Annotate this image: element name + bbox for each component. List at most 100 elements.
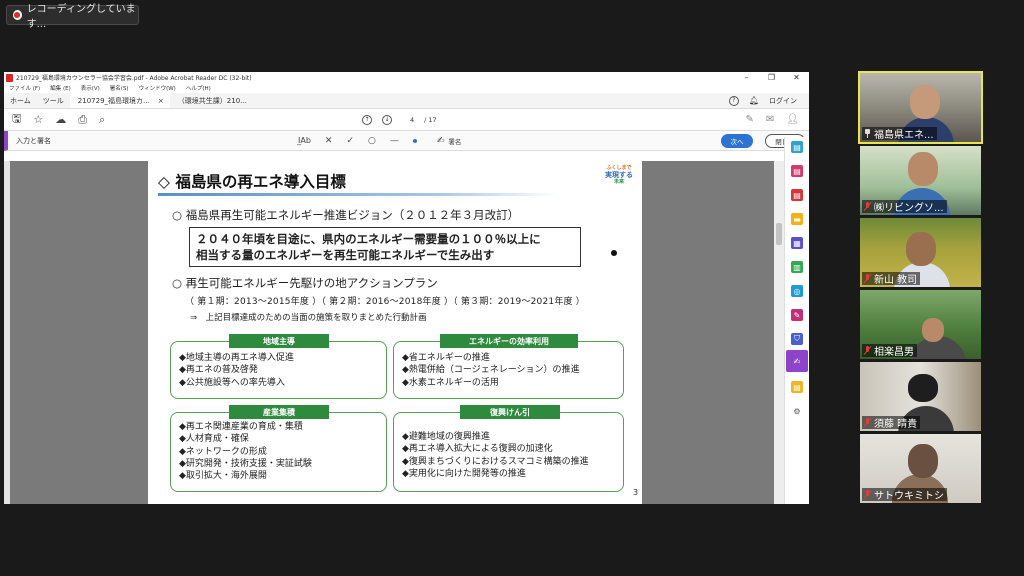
line-tool-icon[interactable]: — bbox=[390, 136, 399, 146]
dot-tool-icon[interactable] bbox=[412, 138, 417, 143]
bookmark-star-icon[interactable]: ☆ bbox=[33, 113, 43, 126]
panel-title: エネルギーの効率利用 bbox=[440, 334, 578, 348]
more-tools-icon[interactable]: ▤ bbox=[791, 381, 803, 393]
cross-tool-icon[interactable]: ✕ bbox=[325, 136, 333, 146]
login-button[interactable]: ログイン bbox=[769, 96, 797, 106]
help-icon[interactable]: ? bbox=[728, 95, 739, 106]
pdf-page: ◇ 福島県の再エネ導入目標 ふくしまで 実現する 未来 ○ 福島県再生可能エネル… bbox=[148, 161, 642, 504]
search-icon[interactable]: ⌕ bbox=[99, 113, 105, 127]
menu-bar: ファイル (F) 編集 (E) 表示(V) 署名(S) ウィンドウ(W) ヘルプ… bbox=[4, 83, 809, 93]
fill-sign-icon[interactable]: ✍ bbox=[791, 355, 803, 367]
tab-home[interactable]: ホーム bbox=[4, 93, 37, 108]
tab-bar: ホーム ツール 210729_福島環境カ... × （環境共生課）210... … bbox=[4, 93, 809, 109]
minimize-button[interactable]: – bbox=[734, 73, 759, 82]
list-item: ◆研究開発・技術支援・実証試験 bbox=[179, 458, 312, 469]
window-title: 210729_福島環境カウンセラー協会学習会.pdf - Adobe Acrob… bbox=[16, 75, 252, 82]
plan-periods: （ 第１期：2013～2015年度 ）（ 第２期：2016～2018年度 ）（ … bbox=[185, 297, 585, 307]
panel-efficiency: エネルギーの効率利用 ◆省エネルギーの推進 ◆熱電併給（コージェネレーション）の… bbox=[393, 334, 624, 399]
circle-tool-icon[interactable]: ○ bbox=[368, 136, 376, 146]
comment-icon[interactable]: ▬ bbox=[791, 213, 803, 225]
menu-window[interactable]: ウィンドウ(W) bbox=[139, 84, 176, 92]
vision-heading: ○ 福島県再生可能エネルギー推進ビジョン（２０１２年３月改訂） bbox=[172, 208, 520, 222]
customize-tools-icon[interactable]: ⚙ bbox=[791, 405, 803, 417]
tab-document-2[interactable]: （環境共生課）210... bbox=[170, 93, 260, 108]
participant-tile[interactable]: ㈱リビングソ... bbox=[860, 146, 981, 215]
list-item: ◆復興まちづくりにおけるスマコミ構築の推進 bbox=[402, 456, 589, 467]
goal-box: ２０４０年頃を目途に、県内のエネルギー需要量の１００％以上に 相当する量のエネル… bbox=[189, 227, 581, 267]
page-down-icon[interactable]: ↓ bbox=[382, 114, 392, 125]
window-titlebar: 210729_福島環境カウンセラー協会学習会.pdf - Adobe Acrob… bbox=[4, 72, 809, 83]
mail-icon[interactable]: ✉ bbox=[766, 114, 774, 125]
sign-pen-icon[interactable]: ✍ bbox=[437, 136, 445, 146]
page-total: / 17 bbox=[424, 115, 437, 124]
list-item: ◆再エネ導入拡大による復興の加速化 bbox=[402, 444, 553, 455]
panel-title: 地域主導 bbox=[229, 334, 329, 348]
fill-sign-bar: 入力と署名 I̲Ab ✕ ✓ ○ — ✍ 署名 次へ 閉じる bbox=[4, 131, 809, 151]
tab-document-active[interactable]: 210729_福島環境カ... × bbox=[69, 93, 170, 108]
participant-tile[interactable]: サトウキミトシ bbox=[860, 434, 981, 503]
participant-tile[interactable]: 福島県エネ... bbox=[858, 71, 983, 144]
mic-muted-icon bbox=[864, 418, 871, 427]
left-collapse-strip[interactable] bbox=[4, 161, 10, 504]
title-underline bbox=[158, 193, 558, 196]
page-number-input[interactable]: 4 bbox=[410, 116, 414, 124]
menu-view[interactable]: 表示(V) bbox=[81, 84, 100, 92]
page-up-icon[interactable]: ↑ bbox=[362, 114, 372, 125]
fill-sign-label: 入力と署名 bbox=[16, 136, 51, 145]
pin-icon bbox=[864, 129, 871, 138]
sign-tool-label[interactable]: 署名 bbox=[448, 136, 461, 146]
participant-tile[interactable]: 須藤 晴貴 bbox=[860, 362, 981, 431]
recording-indicator[interactable]: レコーディングしています... bbox=[6, 4, 139, 30]
save-icon[interactable]: 🖫 bbox=[12, 110, 21, 129]
text-tool-icon[interactable]: I̲Ab bbox=[298, 136, 311, 145]
scrollbar-thumb[interactable] bbox=[776, 223, 782, 245]
vertical-scrollbar[interactable] bbox=[774, 161, 784, 504]
print-icon[interactable]: ⎙ bbox=[78, 113, 87, 127]
edit-pdf-icon[interactable]: ▤ bbox=[791, 189, 803, 201]
slide-title: ◇ 福島県の再エネ導入目標 bbox=[158, 173, 346, 191]
tab-tools[interactable]: ツール bbox=[37, 93, 70, 108]
list-item: ◆人材育成・確保 bbox=[179, 434, 249, 445]
mic-muted-icon bbox=[864, 490, 871, 499]
participant-tile[interactable]: 新山 教司 bbox=[860, 218, 981, 287]
participant-tile[interactable]: 相楽昌男 bbox=[860, 290, 981, 359]
panel-regional: 地域主導 ◆地域主導の再エネ導入促進 ◆再エネの普及啓発 ◆公共施設等への率先導… bbox=[170, 334, 387, 399]
close-window-button[interactable]: ✕ bbox=[784, 73, 809, 82]
list-item: ◆地域主導の再エネ導入促進 bbox=[179, 353, 294, 363]
menu-edit[interactable]: 編集 (E) bbox=[50, 84, 71, 92]
mic-muted-icon bbox=[864, 202, 871, 211]
bell-icon[interactable]: 🔔︎ bbox=[749, 96, 759, 105]
scan-icon[interactable]: ◎ bbox=[791, 285, 803, 297]
menu-file[interactable]: ファイル (F) bbox=[9, 84, 40, 92]
restore-button[interactable]: ❐ bbox=[759, 73, 784, 82]
document-area[interactable]: ◇ 福島県の再エネ導入目標 ふくしまで 実現する 未来 ○ 福島県再生可能エネル… bbox=[4, 137, 809, 504]
pen-icon[interactable]: ✎ bbox=[746, 114, 754, 125]
action-plan-heading: ○ 再生可能エネルギー先駆けの地アクションプラン bbox=[172, 276, 438, 290]
plan-description: ⇒ 上記目標達成のための当面の施策を取りまとめた行動計画 bbox=[190, 313, 427, 323]
share-user-icon[interactable]: 👤︎ bbox=[786, 114, 799, 125]
menu-help[interactable]: ヘルプ(H) bbox=[186, 84, 211, 92]
panel-industry: 産業集積 ◆再エネ関連産業の育成・集積 ◆人材育成・確保 ◆ネットワークの形成 … bbox=[170, 405, 387, 492]
next-button[interactable]: 次へ bbox=[721, 134, 753, 148]
create-pdf-icon[interactable]: ▤ bbox=[791, 165, 803, 177]
list-item: ◆水素エネルギーの活用 bbox=[402, 377, 499, 388]
check-tool-icon[interactable]: ✓ bbox=[346, 136, 354, 146]
list-item: ◆避難地域の復興推進 bbox=[402, 432, 490, 442]
pdf-icon bbox=[6, 73, 13, 82]
list-item: ◆実用化に向けた開発等の推進 bbox=[402, 468, 526, 479]
slide-page-number: 3 bbox=[633, 488, 639, 497]
mic-muted-icon bbox=[864, 346, 871, 355]
menu-sign[interactable]: 署名(S) bbox=[110, 84, 129, 92]
protect-icon[interactable]: ⛉ bbox=[791, 333, 803, 345]
organize-pages-icon[interactable]: ▥ bbox=[791, 261, 803, 273]
combine-files-icon[interactable]: ▦ bbox=[791, 237, 803, 249]
close-tab-icon[interactable]: × bbox=[158, 97, 164, 105]
fukushima-logo: ふくしまで 実現する 未来 bbox=[605, 165, 633, 185]
tab-document-label: 210729_福島環境カ... bbox=[77, 96, 150, 105]
fill-icon[interactable]: ✎ bbox=[791, 309, 803, 321]
upload-cloud-icon[interactable]: ☁ bbox=[55, 113, 66, 126]
stray-dot bbox=[611, 250, 617, 256]
record-icon bbox=[13, 10, 22, 20]
list-item: ◆省エネルギーの推進 bbox=[402, 353, 490, 363]
export-pdf-icon[interactable]: ▤ bbox=[791, 141, 803, 153]
